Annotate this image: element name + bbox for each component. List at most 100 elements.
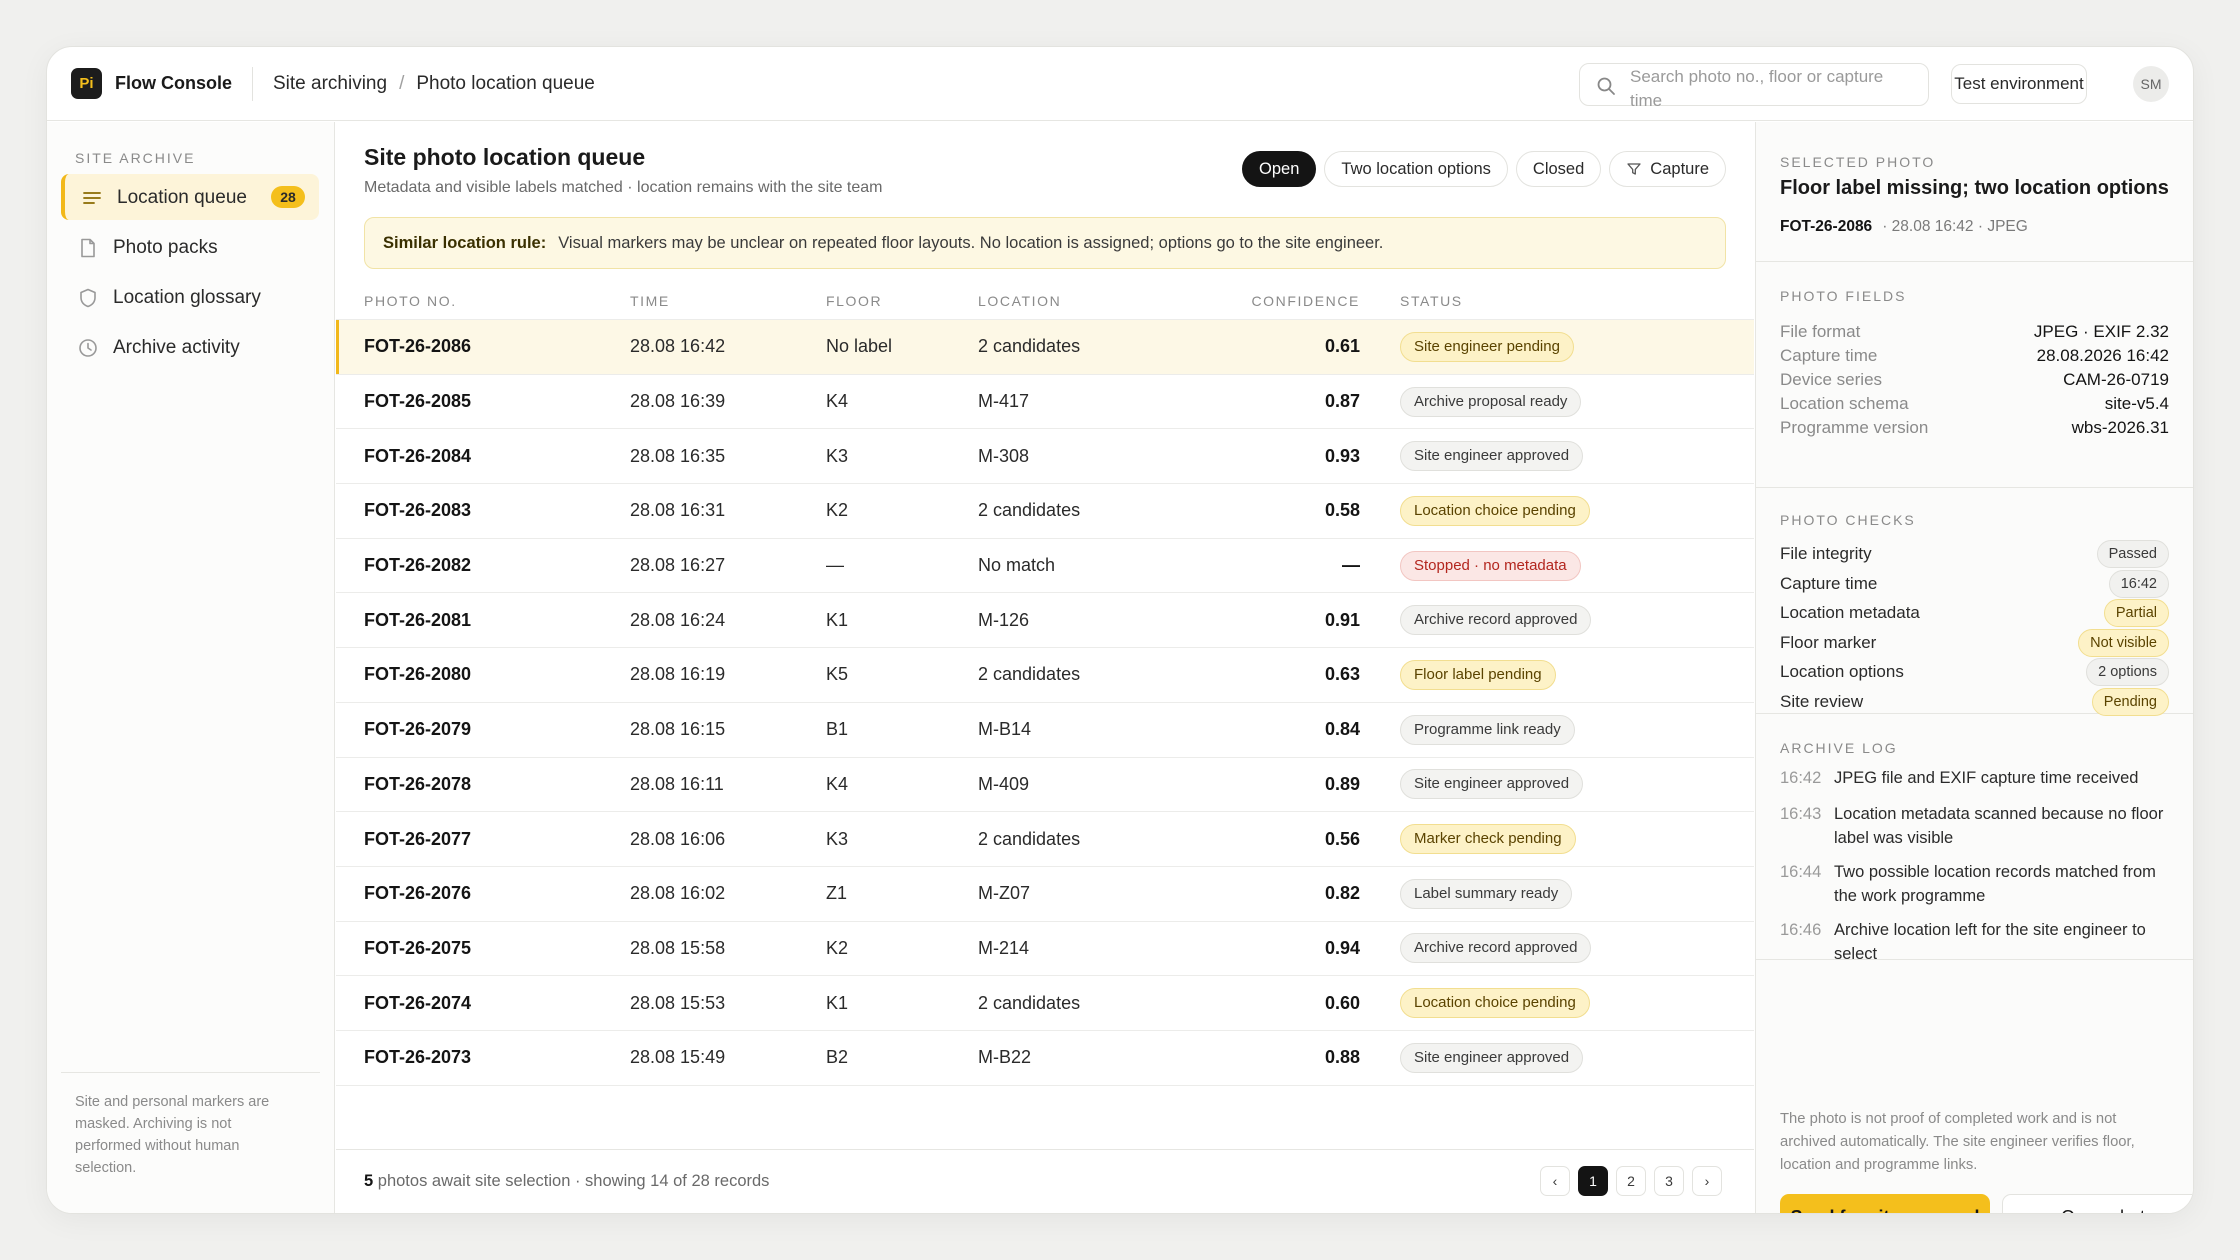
table-row[interactable]: FOT-26-2077 28.08 16:06 K3 2 candidates 0.56…	[336, 812, 1754, 867]
section-label: SELECTED PHOTO	[1780, 154, 1936, 170]
cell-time: 28.08 16:31	[630, 500, 726, 521]
selected-photo-no: FOT-26-2086	[1780, 218, 1873, 235]
table-row[interactable]: FOT-26-2085 28.08 16:39 K4 M-417 0.87 Archive…	[336, 375, 1754, 430]
field-value: CAM-26-0719	[2063, 370, 2169, 389]
table-row[interactable]: FOT-26-2081 28.08 16:24 K1 M-126 0.91 Archive…	[336, 593, 1754, 649]
cell-floor: K4	[826, 773, 849, 794]
shield-icon	[80, 288, 96, 308]
status-badge: Site engineer pending	[1400, 331, 1574, 362]
column-header-confidence[interactable]: CONFIDENCE	[1236, 293, 1360, 309]
log-text: Two possible location records matched fr…	[1834, 863, 2156, 905]
cell-location: M-417	[978, 391, 1030, 412]
cell-photo-no: FOT-26-2084	[364, 445, 472, 466]
page-subtitle: Metadata and visible labels matched · lo…	[364, 179, 883, 196]
page-2-button[interactable]: 2	[1616, 1166, 1646, 1196]
field-row: File format JPEG · EXIF 2.32	[1780, 322, 2169, 342]
check-status-badge: Pending	[2091, 688, 2169, 716]
status-badge: Location choice pending	[1400, 495, 1590, 526]
list-icon	[83, 192, 101, 204]
table-row[interactable]: FOT-26-2084 28.08 16:35 K3 M-308 0.93 Site en…	[336, 429, 1754, 485]
status-badge: Archive proposal ready	[1400, 386, 1582, 417]
avatar[interactable]: SM	[2133, 66, 2169, 102]
send-for-site-approval-button[interactable]: Send for site approval	[1780, 1194, 1990, 1213]
cell-status: Archive record approved	[1400, 605, 1592, 636]
queue-count-badge: 28	[271, 186, 305, 208]
next-page-button[interactable]: ›	[1692, 1166, 1722, 1196]
column-header-floor[interactable]: FLOOR	[826, 293, 882, 309]
table-row[interactable]: FOT-26-2086 28.08 16:42 No label 2 candidat…	[336, 320, 1754, 375]
filter-capture-label: Capture	[1650, 159, 1709, 178]
log-entry: 16:42 JPEG file and EXIF capture time rec…	[1780, 766, 2169, 790]
check-status-badge: Passed	[2096, 540, 2169, 568]
filter-two-location-options[interactable]: Two location options	[1324, 151, 1508, 187]
filter-capture[interactable]: Capture	[1609, 151, 1726, 187]
app-logo[interactable]: Pi	[71, 68, 102, 99]
cell-location: M-Z07	[978, 883, 1031, 904]
column-header-location[interactable]: LOCATION	[978, 293, 1061, 309]
check-label: Site review	[1780, 692, 1864, 711]
column-header-time[interactable]: TIME	[630, 293, 670, 309]
breadcrumb: Site archiving / Photo location queue	[273, 73, 595, 95]
open-photo-button[interactable]: Open photo	[2002, 1194, 2193, 1213]
sidebar-item-archive-activity[interactable]: Archive activity	[61, 324, 319, 370]
cell-location: M-409	[978, 773, 1030, 794]
search-input[interactable]	[1630, 64, 1920, 105]
status-badge: Programme link ready	[1400, 714, 1575, 745]
table-row[interactable]: FOT-26-2083 28.08 16:31 K2 2 candidates 0.58…	[336, 484, 1754, 539]
table-row[interactable]: FOT-26-2076 28.08 16:02 Z1 M-Z07 0.82 Label s…	[336, 867, 1754, 922]
sidebar-heading: SITE ARCHIVE	[75, 150, 196, 166]
page-1-button[interactable]: 1	[1578, 1166, 1608, 1196]
column-header-status[interactable]: STATUS	[1400, 293, 1463, 309]
cell-location: 2 candidates	[978, 828, 1081, 849]
field-value: 28.08.2026 16:42	[2036, 346, 2169, 365]
table-row[interactable]: FOT-26-2074 28.08 15:53 K1 2 candidates 0.60…	[336, 976, 1754, 1031]
photo-checks-section: PHOTO CHECKS File integrity Passed Capture…	[1756, 488, 2193, 716]
sidebar-item-label: Location queue	[117, 187, 247, 208]
column-header-photo-no[interactable]: PHOTO NO.	[364, 293, 457, 309]
cell-location: 2 candidates	[978, 336, 1081, 357]
check-label: Capture time	[1780, 573, 1878, 593]
cell-status: Label summary ready	[1400, 878, 1573, 909]
table-row[interactable]: FOT-26-2079 28.08 16:15 B1 M-B14 0.84 Program…	[336, 703, 1754, 758]
cell-floor: Z1	[826, 883, 848, 904]
environment-button[interactable]: Test environment	[1951, 64, 2087, 104]
section-label: PHOTO CHECKS	[1780, 512, 1916, 528]
page-3-button[interactable]: 3	[1654, 1166, 1684, 1196]
filter-open[interactable]: Open	[1242, 151, 1317, 187]
table-row[interactable]: FOT-26-2082 28.08 16:27 — No match — Stopped …	[336, 539, 1754, 594]
cell-status: Site engineer approved	[1400, 769, 1584, 800]
sidebar-item-location-queue[interactable]: Location queue 28	[61, 174, 319, 220]
cell-floor: K2	[826, 937, 849, 958]
cell-time: 28.08 16:35	[630, 445, 726, 466]
section-label: PHOTO FIELDS	[1780, 288, 1907, 304]
cell-time: 28.08 16:02	[630, 883, 726, 904]
table-row[interactable]: FOT-26-2075 28.08 15:58 K2 M-214 0.94 Archive…	[336, 922, 1754, 977]
field-key: Device series	[1780, 370, 1883, 389]
queue-summary-text: photos await site selection · showing 14…	[377, 1172, 770, 1190]
app-window: Pi Flow Console Site archiving / Photo l…	[46, 46, 2194, 1214]
field-key: Capture time	[1780, 346, 1878, 365]
prev-page-button[interactable]: ‹	[1540, 1166, 1570, 1196]
breadcrumb-site-archiving[interactable]: Site archiving	[273, 73, 387, 95]
field-key: Location schema	[1780, 394, 1909, 413]
search-box[interactable]: Search photo no., floor or capture time	[1579, 63, 1929, 110]
field-value: JPEG · EXIF 2.32	[2033, 322, 2169, 341]
table-row[interactable]: FOT-26-2073 28.08 15:49 B2 M-B22 0.88 Site en…	[336, 1031, 1754, 1086]
pagination: ‹ 1 2 3 ›	[1540, 1166, 1722, 1196]
table-row[interactable]: FOT-26-2080 28.08 16:19 K5 2 candidates 0.63…	[336, 648, 1754, 703]
cell-status: Site engineer approved	[1400, 441, 1584, 472]
cell-confidence: 0.88	[1324, 1047, 1360, 1068]
selected-photo-meta: FOT-26-2086 · 28.08 16:42 · JPEG	[1780, 218, 2028, 235]
filter-closed[interactable]: Closed	[1515, 151, 1602, 187]
table-row[interactable]: FOT-26-2078 28.08 16:11 K4 M-409 0.89 Site en…	[336, 758, 1754, 813]
check-label: Location options	[1780, 662, 1904, 682]
similar-location-rule-banner: Similar location rule: Visual markers ma…	[364, 217, 1726, 269]
status-badge: Site engineer approved	[1400, 769, 1584, 800]
page-title: Site photo location queue	[364, 144, 646, 170]
cell-confidence: 0.61	[1324, 336, 1360, 357]
cell-location: No match	[978, 555, 1056, 576]
sidebar-item-location-glossary[interactable]: Location glossary	[61, 274, 319, 320]
panel-disclaimer: The photo is not proof of completed work…	[1780, 1111, 2135, 1173]
sidebar-item-photo-packs[interactable]: Photo packs	[61, 224, 319, 270]
app-name: Flow Console	[115, 73, 232, 93]
